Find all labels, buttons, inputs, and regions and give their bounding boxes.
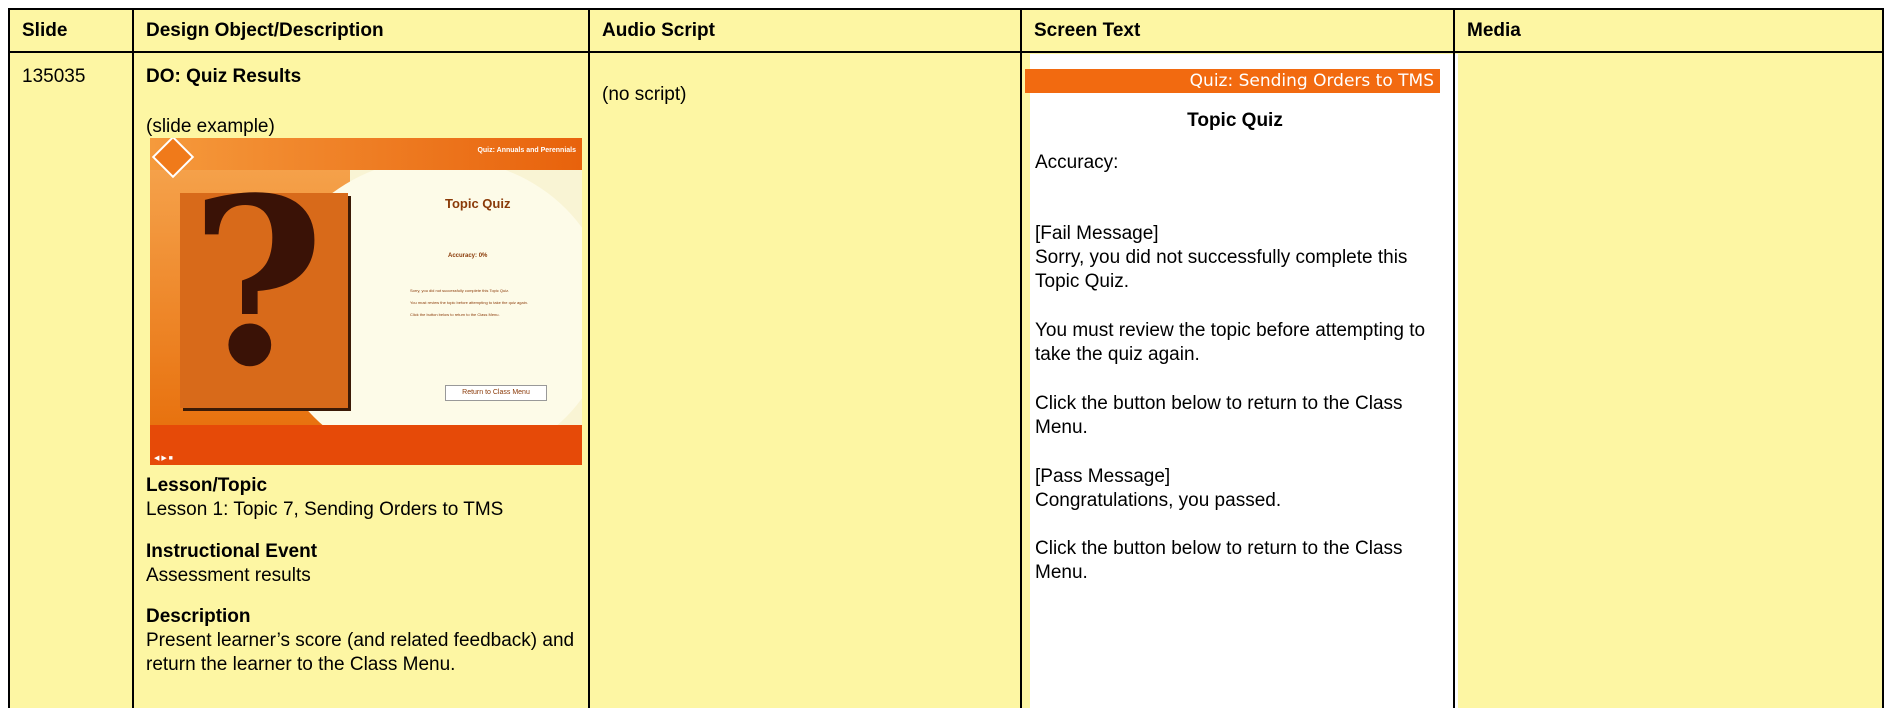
- click-message-2: Click the button below to return to the …: [1035, 538, 1403, 583]
- thumb-header-text: Quiz: Annuals and Perennials: [477, 147, 576, 154]
- col-border: [132, 8, 134, 708]
- description-value: Present learner’s score (and related fee…: [146, 630, 575, 675]
- thumb-title: Topic Quiz: [445, 196, 511, 211]
- event-label: Instructional Event: [146, 541, 318, 562]
- pass-message: Congratulations, you passed.: [1035, 490, 1282, 511]
- slide-id: 135035: [22, 66, 86, 87]
- slide-thumbnail: Quiz: Annuals and Perennials ? Topic Qui…: [150, 138, 582, 465]
- question-mark-icon: ?: [190, 148, 325, 418]
- header-audio: Audio Script: [602, 20, 715, 41]
- header-media: Media: [1467, 20, 1521, 41]
- pass-label: [Pass Message]: [1035, 466, 1171, 487]
- thumb-accuracy-value: 0%: [478, 253, 488, 259]
- slide-example-label: (slide example): [146, 116, 275, 137]
- thumb-line-3: Click the button below to return to the …: [410, 312, 500, 317]
- col-border: [588, 8, 590, 708]
- storyboard-table: Slide Design Object/Description Audio Sc…: [8, 8, 1884, 708]
- thumb-accuracy-label: Accuracy:: [448, 253, 478, 259]
- fail-message: Sorry, you did not successfully complete…: [1035, 247, 1408, 292]
- header-screen: Screen Text: [1034, 20, 1141, 41]
- header-design: Design Object/Description: [146, 20, 384, 41]
- thumb-line-1: Sorry, you did not successfully complete…: [410, 288, 510, 293]
- design-title: DO: Quiz Results: [146, 66, 302, 87]
- audio-script: (no script): [602, 84, 687, 105]
- screen-accuracy: Accuracy:: [1035, 152, 1119, 173]
- lesson-value: Lesson 1: Topic 7, Sending Orders to TMS: [146, 499, 504, 520]
- screen-title-bar: Quiz: Sending Orders to TMS: [1025, 69, 1440, 93]
- thumb-return-button: Return to Class Menu: [445, 385, 547, 401]
- col-border: [1453, 8, 1455, 708]
- thumb-line-2: You must review the topic before attempt…: [410, 300, 528, 305]
- fail-label: [Fail Message]: [1035, 223, 1159, 244]
- review-message: You must review the topic before attempt…: [1035, 320, 1426, 365]
- thumb-footer-bar: [150, 425, 582, 465]
- thumb-nav-icons: ◀ ▶ ■: [154, 455, 173, 462]
- click-message-1: Click the button below to return to the …: [1035, 393, 1403, 438]
- thumb-accuracy: Accuracy: 0%: [448, 253, 487, 259]
- col-border: [8, 8, 10, 708]
- lesson-label: Lesson/Topic: [146, 475, 268, 496]
- header-slide: Slide: [22, 20, 68, 41]
- event-value: Assessment results: [146, 565, 311, 586]
- screen-title: Topic Quiz: [1187, 110, 1283, 131]
- description-label: Description: [146, 606, 251, 627]
- col-border: [1882, 8, 1884, 708]
